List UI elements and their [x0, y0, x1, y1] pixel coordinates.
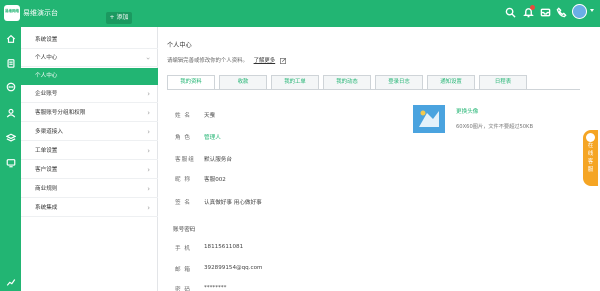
name-label: 姓 名: [175, 113, 191, 119]
role-label: 角 色: [175, 135, 191, 141]
external-link-icon[interactable]: [279, 57, 286, 64]
sidebar-item-label: 工单设置: [35, 148, 58, 154]
page-description: 请编辑完善或修改你的个人资料。 了解更多: [167, 56, 286, 64]
profile-tabs: 我的资料 收款 我的工单 我的动态 登录日志 通知设置 日程表: [167, 75, 531, 89]
tab-schedule[interactable]: 日程表: [479, 75, 527, 89]
settings-sidebar: 系统设置 个人中心 › 个人中心 企业账号 › 客服账号分组和权限 › 多渠道接…: [21, 27, 158, 291]
online-service-label-1: 在: [587, 143, 594, 149]
account-section-title: 账号密码: [173, 227, 196, 233]
app-title[interactable]: 易维演示台: [23, 8, 58, 18]
notification-badge: [530, 5, 535, 10]
email-value[interactable]: 392899154@qq.com: [204, 265, 262, 271]
add-button[interactable]: + 添加: [106, 12, 132, 24]
password-label: 密 码: [175, 287, 191, 291]
sidebar-item-business-rules[interactable]: 商业规则 ›: [21, 181, 158, 198]
sidebar-item-personal-center[interactable]: 个人中心 ›: [21, 50, 158, 67]
sidebar-item-label: 个人中心: [35, 73, 58, 79]
phone-icon[interactable]: [554, 5, 568, 19]
sidebar-item-label: 企业账号: [35, 91, 58, 97]
app-logo[interactable]: 易维网络: [4, 5, 20, 21]
chevron-right-icon: ›: [147, 166, 150, 174]
online-service-button[interactable]: 在 线 客 服: [583, 130, 598, 186]
learn-more-link[interactable]: 了解更多: [254, 58, 276, 64]
tab-divider: [167, 89, 580, 90]
sidebar-item-customer-settings[interactable]: 客户设置 ›: [21, 162, 158, 179]
nickname-label: 昵 称: [175, 177, 191, 183]
sidebar-item-label: 系统设置: [35, 37, 58, 43]
nickname-value[interactable]: 客服002: [204, 175, 226, 183]
tab-my-activity[interactable]: 我的动态: [323, 75, 371, 89]
sidebar-item-label: 商业规则: [35, 186, 58, 192]
tab-notification-settings[interactable]: 通知设置: [427, 75, 475, 89]
page-title: 个人中心: [167, 42, 192, 49]
sidebar-item-system-settings[interactable]: 系统设置: [21, 32, 158, 49]
signature-value[interactable]: 认真做好事 用心做好事: [204, 198, 262, 206]
tab-login-log[interactable]: 登录日志: [375, 75, 423, 89]
chevron-down-icon[interactable]: [590, 9, 594, 12]
home-icon[interactable]: [4, 32, 17, 45]
headset-icon: [586, 133, 595, 142]
chevron-right-icon: ›: [147, 204, 150, 212]
tab-my-profile[interactable]: 我的资料: [167, 75, 215, 89]
password-value[interactable]: ********: [204, 285, 226, 291]
role-value[interactable]: 管理人: [204, 133, 221, 141]
sidebar-item-label: 客户设置: [35, 167, 58, 173]
user-icon[interactable]: [4, 106, 17, 119]
sidebar-item-agent-groups[interactable]: 客服账号分组和权限 ›: [21, 105, 158, 122]
chevron-right-icon: ›: [147, 109, 150, 117]
email-label: 邮 箱: [175, 267, 191, 273]
sidebar-item-system-integration[interactable]: 系统集成 ›: [21, 200, 158, 217]
chevron-right-icon: ›: [147, 185, 150, 193]
inbox-icon[interactable]: [538, 5, 552, 19]
bell-icon[interactable]: [521, 5, 535, 19]
group-value[interactable]: 默认服务台: [204, 155, 232, 163]
layers-icon[interactable]: [4, 131, 17, 144]
main-content: 个人中心 请编辑完善或修改你的个人资料。 了解更多 我的资料 收款 我的工单 我…: [158, 27, 600, 291]
search-icon[interactable]: [503, 5, 517, 19]
sidebar-subitem-personal-center[interactable]: 个人中心: [21, 68, 158, 85]
tab-my-tickets[interactable]: 我的工单: [271, 75, 319, 89]
avatar-image-icon: [413, 105, 445, 133]
change-avatar-link[interactable]: 更换头像: [456, 107, 478, 115]
name-value[interactable]: 天蚕: [204, 111, 215, 119]
stats-icon[interactable]: [4, 275, 17, 288]
phone-value[interactable]: 18115611081: [204, 244, 243, 250]
signature-label: 签 名: [175, 200, 191, 206]
phone-label: 手 机: [175, 246, 191, 252]
clipboard-icon[interactable]: [4, 56, 17, 69]
profile-avatar[interactable]: [413, 105, 445, 133]
sidebar-item-label: 系统集成: [35, 205, 58, 211]
chevron-right-icon: ›: [147, 90, 150, 98]
chevron-right-icon: ›: [147, 128, 150, 136]
chat-icon[interactable]: [4, 80, 17, 93]
sidebar-item-enterprise-account[interactable]: 企业账号 ›: [21, 86, 158, 103]
sidebar-item-label: 客服账号分组和权限: [35, 110, 86, 116]
group-label: 客服组: [175, 157, 195, 163]
tab-payment[interactable]: 收款: [219, 75, 267, 89]
sidebar-item-ticket-settings[interactable]: 工单设置 ›: [21, 143, 158, 160]
online-service-label-2: 线: [587, 151, 594, 157]
chevron-right-icon: ›: [147, 147, 150, 155]
online-service-label-4: 服: [587, 167, 594, 173]
left-rail: [0, 27, 21, 291]
online-service-label-3: 客: [587, 159, 594, 165]
sidebar-item-label: 多渠道接入: [35, 129, 63, 135]
top-bar: 易维网络 易维演示台 + 添加: [0, 0, 600, 27]
user-avatar[interactable]: [572, 4, 587, 19]
description-text: 请编辑完善或修改你的个人资料。: [167, 58, 248, 64]
sidebar-item-multichannel[interactable]: 多渠道接入 ›: [21, 124, 158, 141]
sidebar-item-label: 个人中心: [35, 55, 58, 61]
monitor-icon[interactable]: [4, 156, 17, 169]
avatar-hint: 60X60图片，文件不要超过50KB: [456, 124, 534, 130]
chevron-down-icon: ›: [144, 57, 153, 60]
